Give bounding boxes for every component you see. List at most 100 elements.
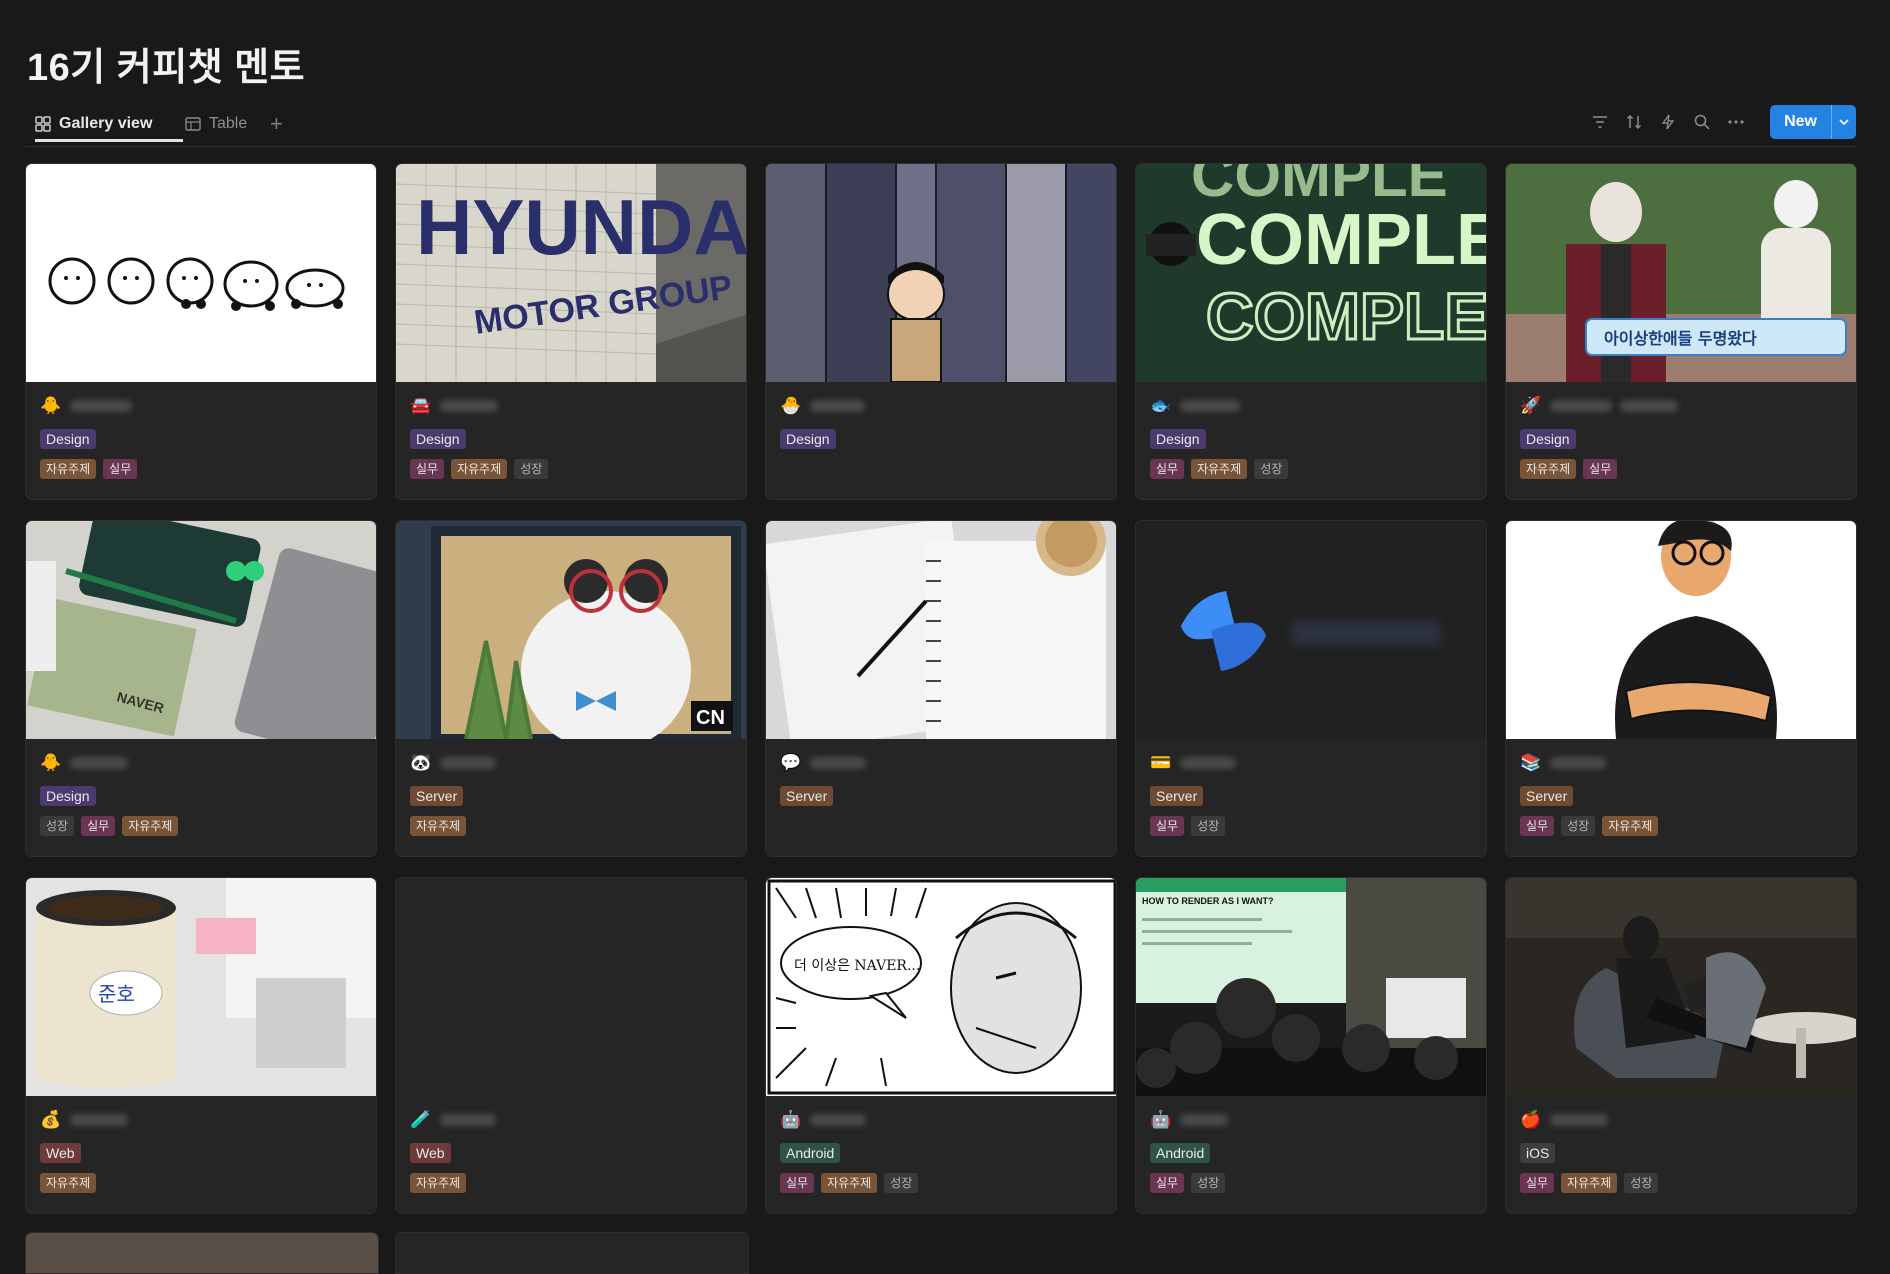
- topic-tag: 자유주제: [451, 459, 508, 479]
- topic-tag: 자유주제: [1191, 459, 1248, 479]
- topic-tag: 성장: [1191, 816, 1226, 836]
- gallery-card[interactable]: 아이상한애들 두명왔다 🚀 Design 자유주제 실무: [1505, 163, 1857, 500]
- card-emoji-icon: 🐣: [780, 396, 802, 415]
- automation-icon[interactable]: [1658, 112, 1678, 132]
- topic-tag: 자유주제: [821, 1173, 878, 1193]
- card-emoji-icon: 💳: [1150, 753, 1172, 772]
- complex-text: COMPLE: [1196, 200, 1486, 280]
- topic-tag: 자유주제: [40, 1173, 97, 1193]
- new-button-label: New: [1784, 113, 1817, 130]
- gallery-card[interactable]: CN 🐼 Server 자유주제: [395, 520, 747, 857]
- topic-tag: 자유주제: [1520, 459, 1577, 479]
- gallery-card-partial[interactable]: [25, 1232, 379, 1274]
- gallery-card[interactable]: 💳 Server 실무 성장: [1135, 520, 1487, 857]
- tab-gallery-view[interactable]: Gallery view: [35, 108, 183, 142]
- gallery-card[interactable]: HYUNDAI MOTOR GROUP 🚘 Design 실무 자유주제 성장: [395, 163, 747, 500]
- category-tag: Web: [40, 1143, 81, 1163]
- card-cover-image: 아이상한애들 두명왔다: [1506, 164, 1856, 382]
- tab-label: Gallery view: [59, 115, 153, 132]
- category-tag: Server: [410, 786, 464, 806]
- card-emoji-icon: 💬: [780, 753, 802, 772]
- blurred-name: [1180, 757, 1236, 769]
- gallery-card[interactable]: HOW TO RENDER AS I WANT? 🤖 Android 실무 성장: [1135, 877, 1487, 1214]
- topic-tag: 실무: [780, 1173, 815, 1193]
- card-emoji-icon: 💰: [40, 1110, 62, 1129]
- blurred-nickname: [1620, 400, 1678, 412]
- category-tag: Server: [1150, 786, 1204, 806]
- category-tag: Design: [40, 786, 96, 806]
- category-tag: Design: [780, 429, 836, 449]
- card-cover-image: [766, 521, 1116, 739]
- topic-tag: 성장: [514, 459, 549, 479]
- table-icon: [185, 117, 201, 131]
- card-cover-image: [26, 164, 376, 382]
- card-emoji-icon: 🚀: [1520, 396, 1542, 415]
- gallery-card[interactable]: 📚 Server 실무 성장 자유주제: [1505, 520, 1857, 857]
- add-view-button[interactable]: +: [270, 108, 283, 140]
- gallery-card[interactable]: 준호 💰 Web 자유주제: [25, 877, 377, 1214]
- card-cover-image: 준호: [26, 878, 376, 1096]
- topic-tag: 자유주제: [1561, 1173, 1618, 1193]
- category-tag: Server: [780, 786, 834, 806]
- chevron-down-icon[interactable]: [1831, 105, 1856, 139]
- tab-table[interactable]: Table: [185, 108, 247, 140]
- card-emoji-icon: 🧪: [410, 1110, 432, 1129]
- topic-tag: 성장: [40, 816, 75, 836]
- category-tag: Design: [1520, 429, 1576, 449]
- gallery-grid: 🐥 Design 자유주제 실무 HYUNDAI MOTOR GROUP 🚘 D…: [25, 163, 1860, 1214]
- gallery-card[interactable]: COMPLE COMPLE COMPLE 🐟 Design 실무 자유주제 성장: [1135, 163, 1487, 500]
- card-emoji-icon: 🐥: [40, 753, 62, 772]
- topic-tag: 실무: [81, 816, 116, 836]
- card-cover-image: [26, 1233, 378, 1273]
- blurred-name: [1550, 400, 1612, 412]
- blurred-name: [70, 757, 128, 769]
- gallery-card-partial[interactable]: [395, 1232, 749, 1274]
- gallery-card[interactable]: 더 이상은 NAVER... 🤖 Android 실무 자유주제 성장: [765, 877, 1117, 1214]
- topic-tag: 실무: [1150, 1173, 1185, 1193]
- card-cover-image: HOW TO RENDER AS I WANT?: [1136, 878, 1486, 1096]
- card-emoji-icon: 🐥: [40, 396, 62, 415]
- page-title: 16기 커피챗 멘토: [27, 47, 306, 89]
- blurred-name: [70, 1114, 128, 1126]
- topic-tag: 실무: [410, 459, 445, 479]
- sort-icon[interactable]: [1624, 112, 1644, 132]
- plus-icon: +: [270, 111, 283, 136]
- blurred-name: [1550, 1114, 1608, 1126]
- card-emoji-icon: 🐼: [410, 753, 432, 772]
- blurred-name: [1180, 400, 1240, 412]
- blurred-name: [70, 400, 132, 412]
- card-cover-image: 더 이상은 NAVER...: [766, 878, 1116, 1096]
- caption-text: 아이상한애들 두명왔다: [1604, 329, 1757, 348]
- category-tag: Web: [410, 1143, 451, 1163]
- blurred-name: [1180, 1114, 1228, 1126]
- card-emoji-icon: 🚘: [410, 396, 432, 415]
- search-icon[interactable]: [1692, 112, 1712, 132]
- topic-tag: 실무: [1583, 459, 1618, 479]
- topic-tag: 실무: [103, 459, 138, 479]
- comic-speech-text: 더 이상은 NAVER...: [794, 958, 920, 974]
- gallery-card[interactable]: NAVER 🐥 Design 성장 실무 자유주제: [25, 520, 377, 857]
- topic-tag: 성장: [1624, 1173, 1659, 1193]
- blurred-name: [810, 757, 866, 769]
- category-tag: iOS: [1520, 1143, 1556, 1163]
- new-button[interactable]: New: [1770, 105, 1856, 139]
- gallery-card[interactable]: 🍎 iOS 실무 자유주제 성장: [1505, 877, 1857, 1214]
- category-tag: Design: [410, 429, 466, 449]
- topic-tag: 자유주제: [122, 816, 179, 836]
- gallery-card[interactable]: 🧪 Web 자유주제: [395, 877, 747, 1214]
- gallery-card[interactable]: 🐥 Design 자유주제 실무: [25, 163, 377, 500]
- card-cover-image: NAVER: [26, 521, 376, 739]
- topic-tag: 성장: [1191, 1173, 1226, 1193]
- filter-icon[interactable]: [1590, 112, 1610, 132]
- card-emoji-icon: 🤖: [1150, 1110, 1172, 1129]
- topic-tag: 자유주제: [410, 816, 467, 836]
- topic-tag: 자유주제: [1602, 816, 1659, 836]
- more-icon[interactable]: [1726, 112, 1746, 132]
- active-tab-indicator: [35, 139, 183, 142]
- database-toolbar: New: [1590, 104, 1856, 140]
- gallery-card[interactable]: 🐣 Design: [765, 163, 1117, 500]
- topic-tag: 실무: [1150, 459, 1185, 479]
- blurred-name: [810, 1114, 866, 1126]
- gallery-card[interactable]: 💬 Server: [765, 520, 1117, 857]
- topic-tag: 실무: [1150, 816, 1185, 836]
